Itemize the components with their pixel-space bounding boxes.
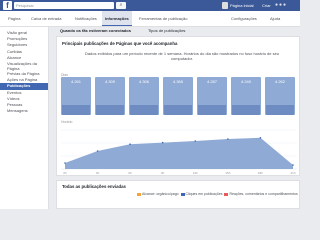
legend-label-reactions: Reações, comentários e compartilhamentos — [229, 192, 298, 196]
legend-swatch-reactions — [224, 192, 229, 196]
chart-point[interactable] — [259, 137, 262, 139]
day-metric-box[interactable]: 4.287 — [197, 77, 227, 115]
day-metric-value: 4.306 — [138, 79, 149, 84]
day-metric-bar — [62, 105, 90, 115]
day-metric-box[interactable]: 4.240 — [231, 77, 261, 115]
notifications-icon[interactable]: ●●● — [275, 1, 287, 10]
chart-point[interactable] — [96, 150, 99, 152]
tab-publishing-tools[interactable]: Ferramentas de publicação — [139, 11, 187, 26]
posts-legend: Alcance: orgânico/pago Cliques em public… — [137, 192, 298, 196]
day-metric-box[interactable]: 4.261 — [61, 77, 91, 115]
create-link[interactable]: Criar — [262, 2, 271, 9]
home-link[interactable]: Página inicial — [230, 2, 254, 9]
posts-filter-bar: Quando os fãs estiveram conectados Tipos… — [56, 27, 300, 34]
x-tick-label: 6h — [128, 171, 132, 175]
x-tick-label: 18h — [258, 171, 263, 175]
x-tick-label: 3h — [96, 171, 100, 175]
card-description: Dados exibidos para um período recente d… — [84, 51, 280, 61]
chart-area-series — [65, 137, 293, 169]
day-metric-value: 4.365 — [172, 79, 183, 84]
day-metric-value: 4.261 — [70, 79, 81, 84]
top-navigation-bar: f Pesquisar ⌕ Página inicial Criar ●●● — [0, 0, 300, 11]
tab-settings[interactable]: Configurações — [231, 11, 257, 26]
day-metric-bar — [96, 105, 124, 115]
chart-point[interactable] — [129, 143, 131, 145]
page-tabs: Página Caixa de entrada Notificações Inf… — [0, 11, 300, 27]
all-posts-title: Todas as publicações enviadas — [62, 184, 126, 189]
chart-point[interactable] — [161, 141, 164, 144]
facebook-logo[interactable]: f — [3, 1, 12, 10]
search-icon[interactable]: ⌕ — [116, 2, 126, 9]
online-fans-area-chart: 0h 3h 6h 9h 12h 15h 18h 21h — [61, 129, 297, 175]
tab-help[interactable]: Ajuda — [270, 11, 280, 26]
when-fans-online-card: Principais publicações de Páginas que vo… — [56, 36, 300, 176]
day-metric-box[interactable]: 4.306 — [129, 77, 159, 115]
sidebar-item-messages[interactable]: Mensagens — [0, 108, 48, 114]
tab-when-fans-online[interactable]: Quando os fãs estiveram conectados — [60, 27, 131, 34]
legend-swatch-reach — [137, 192, 141, 196]
chart-point[interactable] — [64, 162, 66, 164]
tab-post-types[interactable]: Tipos de publicações — [148, 27, 185, 34]
tab-inbox[interactable]: Caixa de entrada — [31, 11, 61, 26]
day-metric-bar — [266, 105, 294, 115]
day-metric-bar — [198, 105, 226, 115]
x-tick-label: 15h — [225, 171, 230, 175]
all-posts-card: Todas as publicações enviadas Alcance: o… — [56, 180, 300, 209]
tab-page[interactable]: Página — [8, 11, 20, 26]
legend-swatch-clicks — [180, 192, 185, 196]
tab-insights[interactable]: Informações — [102, 11, 132, 26]
insights-sidebar: Visão geral Promoções Seguidores Curtida… — [0, 27, 49, 209]
day-metric-bar — [164, 105, 192, 115]
day-metric-bar — [130, 105, 158, 115]
day-metric-value: 4.240 — [240, 79, 251, 84]
legend-label-reach: Alcance: orgânico/pago — [142, 192, 179, 196]
chart-point[interactable] — [194, 140, 197, 142]
day-metric-value: 4.262 — [274, 79, 285, 84]
chart-point[interactable] — [292, 164, 294, 166]
day-metric-box[interactable]: 4.309 — [95, 77, 125, 115]
chart-point[interactable] — [227, 138, 229, 140]
card-title: Principais publicações de Páginas que vo… — [62, 41, 178, 46]
day-metric-value: 4.287 — [206, 79, 217, 84]
day-metric-value: 4.309 — [104, 79, 115, 84]
sidebar-item-page-views[interactable]: Visualizações da Página — [0, 61, 48, 71]
day-metric-bar — [232, 105, 260, 115]
hours-label: Horário — [61, 120, 73, 124]
x-tick-label: 9h — [161, 171, 165, 175]
x-tick-label: 0h — [63, 171, 67, 175]
x-tick-label: 12h — [193, 171, 198, 175]
avatar[interactable] — [222, 2, 228, 9]
search-input[interactable]: Pesquisar — [14, 2, 114, 9]
tab-notifications[interactable]: Notificações — [75, 11, 97, 26]
day-metric-box[interactable]: 4.365 — [163, 77, 193, 115]
day-metric-box[interactable]: 4.262 — [265, 77, 295, 115]
x-tick-label: 21h — [290, 171, 295, 175]
legend-label-clicks: Cliques em publicações — [185, 192, 223, 196]
